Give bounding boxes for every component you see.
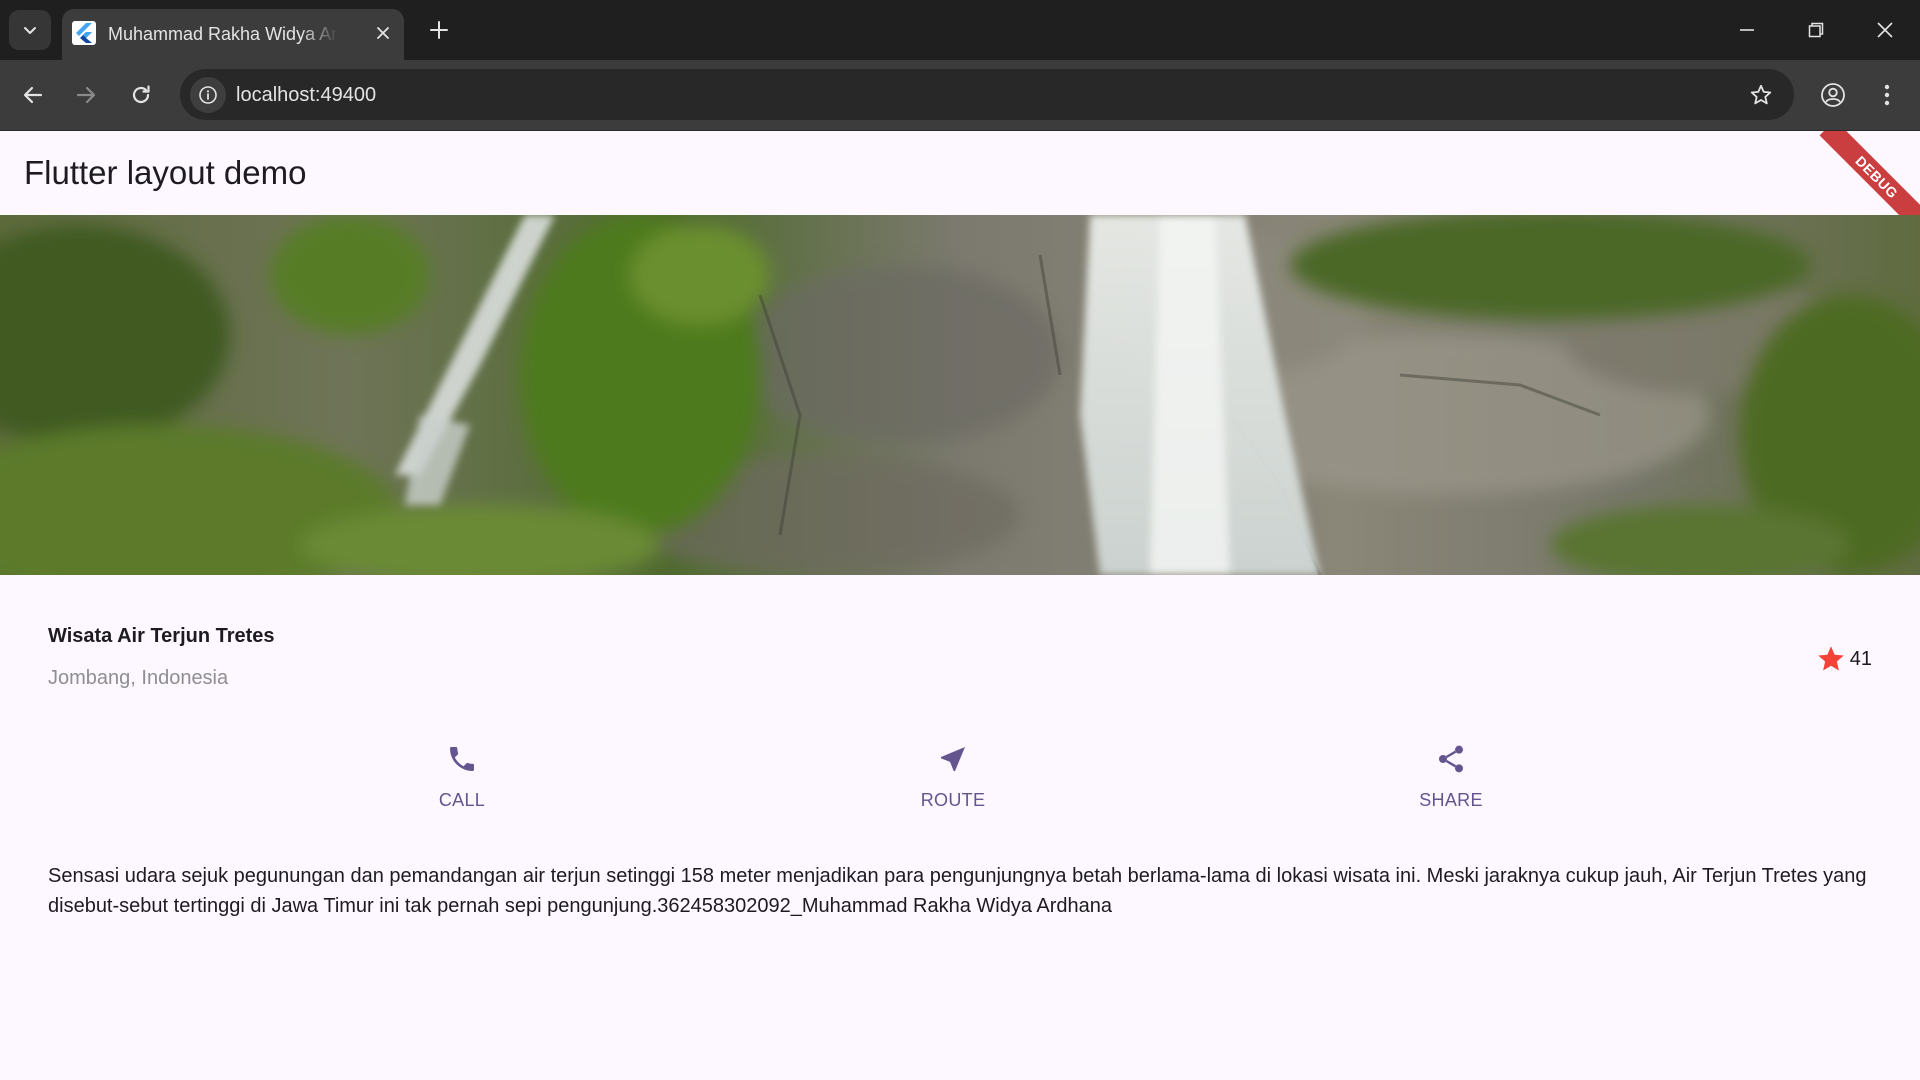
more-menu-icon[interactable]: [1869, 77, 1905, 113]
tab-search-button[interactable]: [9, 10, 51, 50]
share-label: SHARE: [1419, 790, 1483, 810]
bookmark-star-icon[interactable]: [1744, 78, 1778, 112]
description-text: Sensasi udara sejuk pegunungan dan peman…: [48, 865, 1867, 917]
waterfall-image: [0, 215, 1920, 575]
reload-icon[interactable]: [123, 77, 159, 113]
near-me-icon: [935, 741, 971, 777]
rating-count: 41: [1849, 648, 1872, 670]
minimize-icon[interactable]: [1725, 12, 1769, 48]
close-window-icon[interactable]: [1863, 12, 1907, 48]
tab-title: Muhammad Rakha Widya Ardhana: [108, 24, 338, 44]
share-button[interactable]: SHARE: [1381, 741, 1521, 821]
route-button[interactable]: ROUTE: [883, 741, 1023, 821]
place-name: Wisata Air Terjun Tretes: [48, 625, 275, 647]
route-label: ROUTE: [920, 790, 986, 810]
browser-tab[interactable]: Muhammad Rakha Widya Ardhana: [62, 9, 404, 60]
browser-toolbar: localhost:49400: [0, 60, 1920, 131]
new-tab-icon[interactable]: [426, 17, 452, 43]
button-row: CALL ROUTE SHARE: [0, 741, 1920, 841]
star-icon: [1816, 643, 1848, 675]
call-button[interactable]: CALL: [392, 741, 532, 821]
share-icon: [1433, 741, 1469, 777]
back-arrow-icon[interactable]: [15, 77, 51, 113]
forward-arrow-icon[interactable]: [68, 77, 104, 113]
flutter-app: Flutter layout demo DEBUG Wisata Air Ter…: [0, 131, 1920, 1080]
app-bar: Flutter layout demo: [0, 131, 1920, 215]
address-bar[interactable]: localhost:49400: [180, 69, 1794, 120]
chevron-down-icon: [24, 27, 36, 34]
flutter-logo-icon: [72, 21, 96, 45]
call-label: CALL: [438, 790, 486, 810]
page-title: Flutter layout demo: [24, 154, 307, 191]
site-info-icon[interactable]: [190, 77, 226, 113]
title-section: Wisata Air Terjun Tretes Jombang, Indone…: [48, 622, 1872, 702]
url-text: localhost:49400: [236, 84, 377, 106]
restore-icon[interactable]: [1794, 12, 1838, 48]
browser-tab-bar: Muhammad Rakha Widya Ardhana: [0, 0, 1920, 60]
rating: 41: [1816, 642, 1872, 676]
close-tab-icon[interactable]: [372, 22, 394, 44]
place-location: Jombang, Indonesia: [48, 667, 229, 689]
phone-icon: [444, 741, 480, 777]
profile-icon[interactable]: [1815, 77, 1851, 113]
